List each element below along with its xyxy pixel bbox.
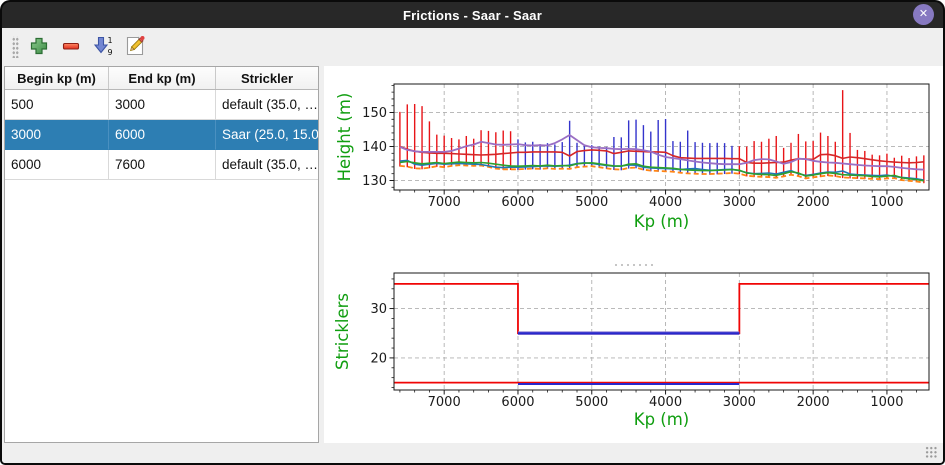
table-row-selected[interactable]: 3000 6000 Saar (25.0, 15.0) (5, 120, 318, 150)
svg-text:7000: 7000 (428, 395, 461, 410)
window-body: 1 9 (2, 28, 943, 463)
svg-text:30: 30 (370, 302, 387, 317)
svg-text:5000: 5000 (575, 395, 608, 410)
minus-icon (60, 35, 82, 60)
cell-begin-kp[interactable]: 6000 (5, 150, 109, 180)
cell-strickler[interactable]: default (35.0, … (216, 150, 318, 180)
statusbar (2, 443, 943, 463)
cell-end-kp[interactable]: 6000 (109, 120, 216, 150)
cell-end-kp[interactable]: 7600 (109, 150, 216, 180)
remove-row-button[interactable] (57, 33, 85, 61)
sort-numeric-icon: 1 9 (91, 34, 115, 61)
cell-strickler[interactable]: default (35.0, … (216, 90, 318, 120)
svg-text:150: 150 (362, 106, 387, 121)
column-header-begin-kp[interactable]: Begin kp (m) (5, 67, 109, 89)
column-header-strickler[interactable]: Strickler (216, 67, 318, 89)
svg-text:Kp (m): Kp (m) (634, 410, 690, 429)
cell-begin-kp[interactable]: 3000 (5, 120, 109, 150)
resize-grip-icon[interactable] (925, 446, 938, 459)
table-row[interactable]: 6000 7600 default (35.0, … (5, 150, 318, 180)
edit-strickler-button[interactable] (121, 33, 149, 61)
frictions-window: Frictions - Saar - Saar ✕ (0, 0, 945, 465)
table-row[interactable]: 500 3000 default (35.0, … (5, 90, 318, 120)
charts-panel: 7000 6000 5000 4000 3000 2000 1000 130 140 150 Kp … (324, 66, 943, 443)
svg-text:7000: 7000 (428, 195, 461, 210)
svg-text:2000: 2000 (797, 395, 830, 410)
svg-text:3000: 3000 (723, 195, 756, 210)
svg-text:4000: 4000 (649, 195, 682, 210)
svg-text:20: 20 (370, 352, 387, 367)
cell-begin-kp[interactable]: 500 (5, 90, 109, 120)
stricklers-chart: 7000 6000 5000 4000 3000 2000 1000 20 30 Kp (m) St… (324, 267, 943, 453)
svg-text:Kp (m): Kp (m) (634, 212, 690, 231)
svg-text:140: 140 (362, 140, 387, 155)
table-header: Begin kp (m) End kp (m) Strickler (5, 67, 318, 90)
svg-text:1: 1 (108, 36, 113, 45)
toolbar: 1 9 (2, 28, 943, 66)
plus-icon (28, 35, 50, 60)
svg-text:1000: 1000 (870, 395, 903, 410)
add-row-button[interactable] (25, 33, 53, 61)
toolbar-drag-handle[interactable] (12, 36, 19, 58)
svg-text:4000: 4000 (649, 395, 682, 410)
sort-rows-button[interactable]: 1 9 (89, 33, 117, 61)
svg-text:6000: 6000 (501, 195, 534, 210)
svg-text:3000: 3000 (723, 395, 756, 410)
svg-text:1000: 1000 (870, 195, 903, 210)
svg-text:Stricklers: Stricklers (333, 293, 352, 370)
svg-text:5000: 5000 (575, 195, 608, 210)
svg-text:9: 9 (108, 48, 113, 57)
edit-icon (123, 34, 147, 61)
cell-end-kp[interactable]: 3000 (109, 90, 216, 120)
splitter-handle-icon (612, 262, 656, 266)
svg-text:130: 130 (362, 174, 387, 189)
close-button[interactable]: ✕ (913, 4, 934, 25)
svg-text:6000: 6000 (501, 395, 534, 410)
height-chart: 7000 6000 5000 4000 3000 2000 1000 130 140 150 Kp … (324, 66, 943, 261)
svg-text:2000: 2000 (797, 195, 830, 210)
window-title: Frictions - Saar - Saar (403, 8, 542, 23)
column-header-end-kp[interactable]: End kp (m) (109, 67, 216, 89)
svg-text:Height (m): Height (m) (335, 93, 354, 182)
close-icon: ✕ (919, 8, 928, 20)
frictions-table: Begin kp (m) End kp (m) Strickler 500 30… (4, 66, 319, 443)
titlebar[interactable]: Frictions - Saar - Saar ✕ (2, 2, 943, 28)
cell-strickler[interactable]: Saar (25.0, 15.0) (216, 120, 318, 150)
